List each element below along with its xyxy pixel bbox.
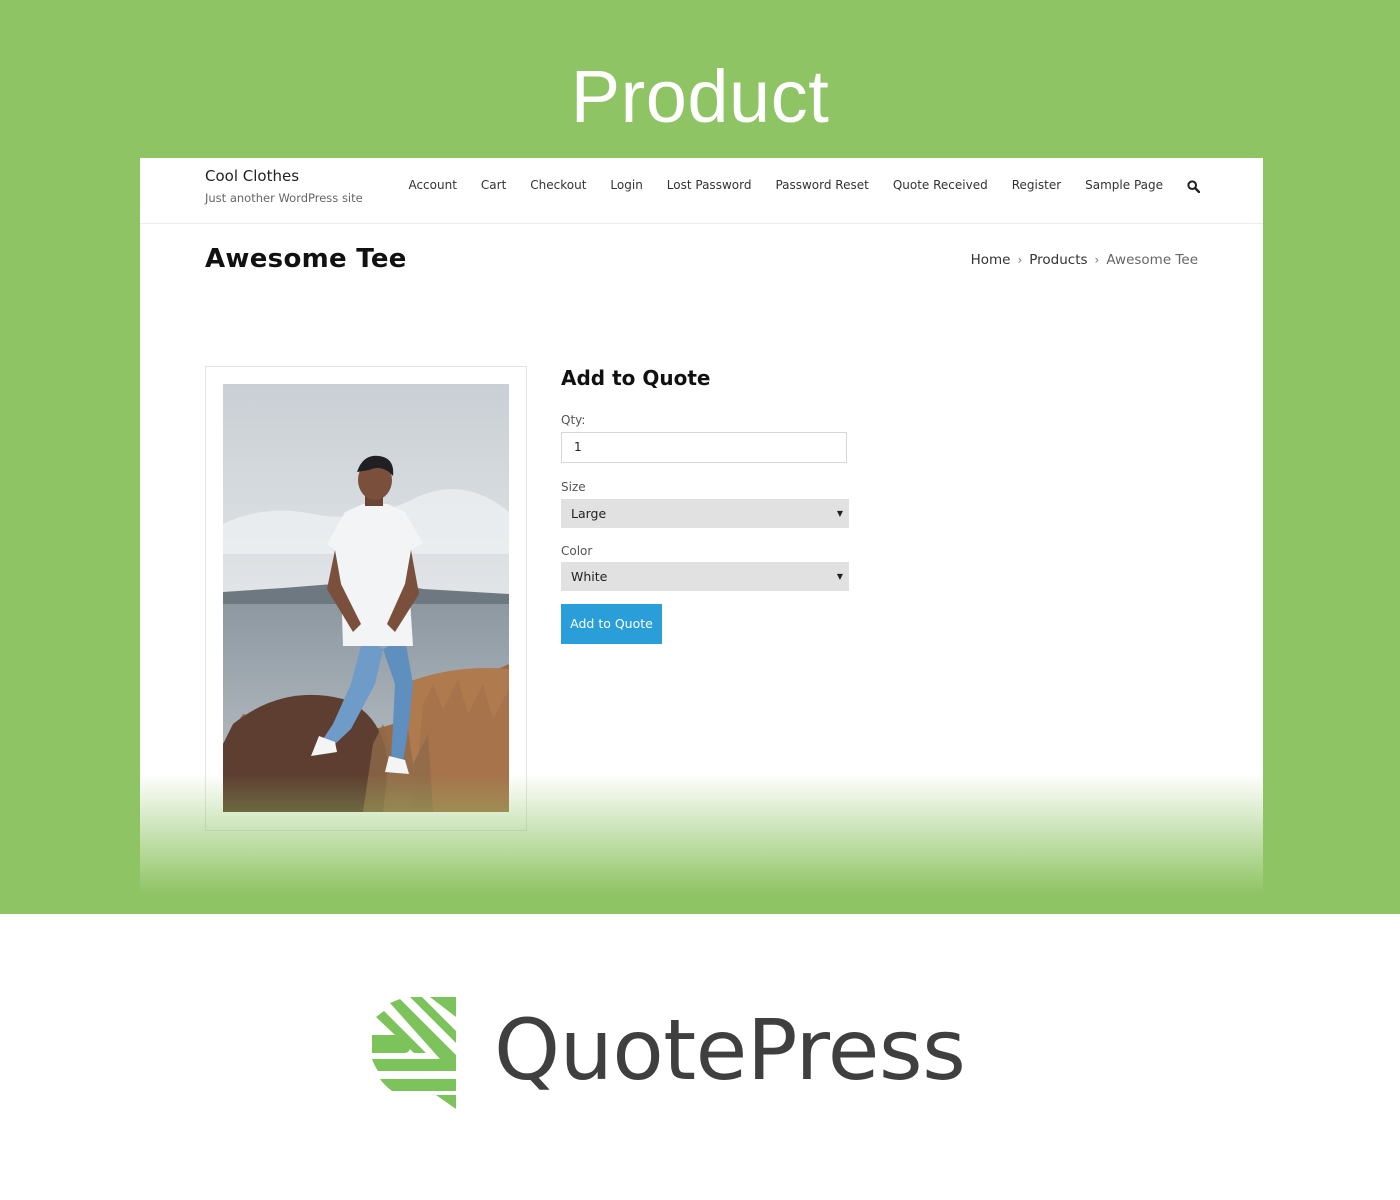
main-nav: Account Cart Checkout Login Lost Passwor… bbox=[408, 178, 1201, 194]
nav-item-register[interactable]: Register bbox=[1012, 178, 1061, 192]
nav-item-account[interactable]: Account bbox=[408, 178, 456, 192]
add-to-quote-button[interactable]: Add to Quote bbox=[561, 604, 662, 644]
qty-input[interactable]: 1 bbox=[561, 432, 847, 463]
breadcrumb-products[interactable]: Products bbox=[1029, 252, 1087, 268]
nav-item-quote-received[interactable]: Quote Received bbox=[893, 178, 988, 192]
website-screenshot: Cool Clothes Just another WordPress site… bbox=[140, 158, 1263, 894]
color-label: Color bbox=[561, 544, 593, 558]
product-image-frame bbox=[205, 366, 527, 831]
color-select-value: White bbox=[571, 569, 608, 584]
chevron-right-icon: › bbox=[1017, 253, 1023, 267]
site-title[interactable]: Cool Clothes bbox=[205, 167, 299, 185]
color-select[interactable]: White ▼ bbox=[561, 562, 849, 591]
nav-item-cart[interactable]: Cart bbox=[481, 178, 506, 192]
nav-item-login[interactable]: Login bbox=[610, 178, 642, 192]
caret-down-icon: ▼ bbox=[836, 572, 843, 581]
size-label: Size bbox=[561, 480, 586, 494]
banner-title: Product bbox=[570, 55, 830, 138]
breadcrumb: Home › Products › Awesome Tee bbox=[971, 252, 1198, 268]
chevron-right-icon: › bbox=[1094, 253, 1100, 267]
nav-item-checkout[interactable]: Checkout bbox=[530, 178, 586, 192]
form-title: Add to Quote bbox=[561, 366, 711, 390]
nav-item-lost-password[interactable]: Lost Password bbox=[667, 178, 752, 192]
hero-banner: Product Cool Clothes Just another WordPr… bbox=[0, 0, 1400, 914]
qty-label: Qty: bbox=[561, 413, 586, 427]
breadcrumb-current: Awesome Tee bbox=[1106, 252, 1198, 268]
size-select[interactable]: Large ▼ bbox=[561, 499, 849, 528]
quotepress-logo-icon bbox=[372, 997, 456, 1109]
site-tagline: Just another WordPress site bbox=[205, 191, 363, 205]
breadcrumb-home[interactable]: Home bbox=[971, 252, 1011, 268]
nav-item-password-reset[interactable]: Password Reset bbox=[775, 178, 868, 192]
nav-item-sample-page[interactable]: Sample Page bbox=[1085, 178, 1163, 192]
brand-name: QuotePress bbox=[494, 1001, 966, 1099]
brand-logo: QuotePress bbox=[370, 995, 1050, 1111]
site-header: Cool Clothes Just another WordPress site… bbox=[140, 158, 1263, 224]
product-photo[interactable] bbox=[223, 384, 509, 812]
size-select-value: Large bbox=[571, 506, 607, 521]
caret-down-icon: ▼ bbox=[836, 509, 843, 518]
page-title: Awesome Tee bbox=[205, 244, 407, 274]
search-icon[interactable] bbox=[1187, 178, 1201, 194]
